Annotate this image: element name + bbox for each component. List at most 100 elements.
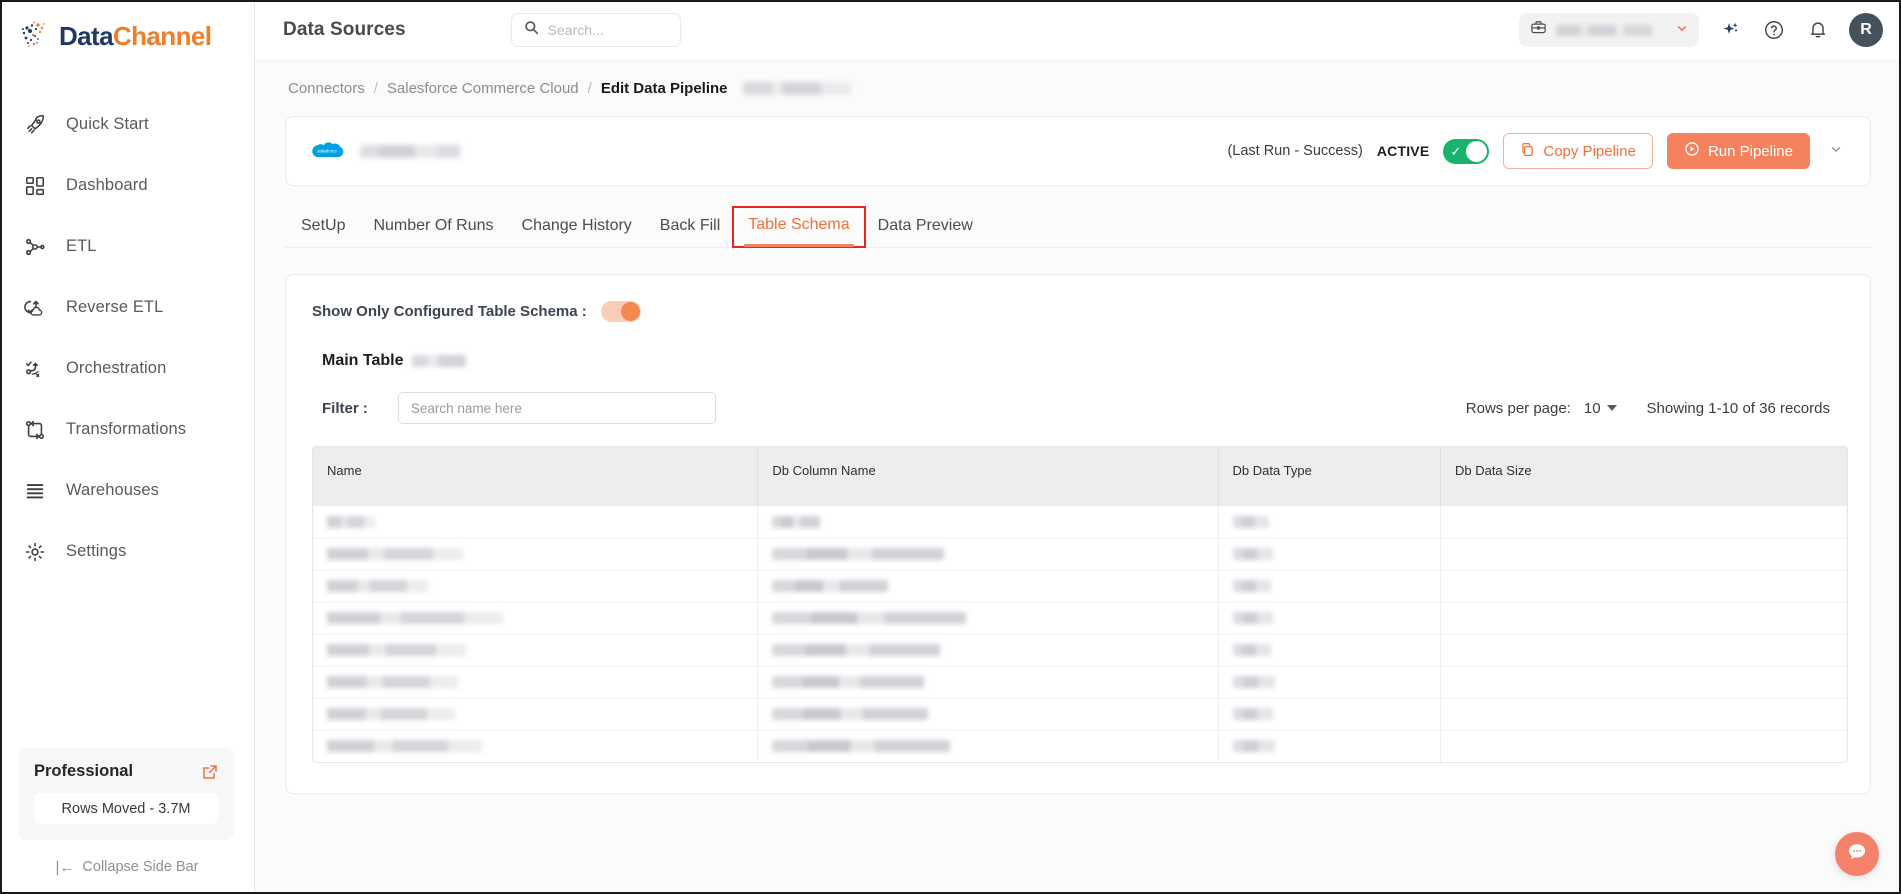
sidebar-item-label: Transformations: [66, 420, 187, 438]
tab-data-preview[interactable]: Data Preview: [864, 217, 987, 247]
column-header-db-data-type[interactable]: Db Data Type: [1218, 447, 1441, 506]
sidebar-item-quick-start[interactable]: Quick Start: [0, 94, 254, 155]
sidebar-item-orchestration[interactable]: Orchestration: [0, 338, 254, 399]
sidebar-item-warehouses[interactable]: Warehouses: [0, 460, 254, 521]
play-circle-icon: [1684, 141, 1700, 161]
chat-bubble-icon: [1846, 841, 1868, 868]
table-row[interactable]: [313, 506, 1847, 538]
table-header-row: Name Db Column Name Db Data Type Db Data…: [313, 447, 1847, 506]
show-only-configured-toggle[interactable]: [600, 301, 641, 322]
table-row[interactable]: [313, 601, 1847, 634]
tab-back-fill[interactable]: Back Fill: [646, 217, 734, 247]
sidebar-item-dashboard[interactable]: Dashboard: [0, 155, 254, 216]
cell-db-column-name: [757, 506, 1219, 538]
page-title: Data Sources: [283, 19, 406, 40]
redacted-value: [327, 676, 459, 688]
breadcrumb-item-connectors[interactable]: Connectors: [288, 80, 365, 97]
avatar[interactable]: R: [1849, 13, 1883, 47]
sidebar-item-settings[interactable]: Settings: [0, 521, 254, 582]
cell-db-data-size: [1440, 729, 1847, 762]
chat-widget-button[interactable]: [1835, 832, 1879, 876]
redacted-value: [327, 644, 467, 656]
cell-name: [313, 697, 759, 730]
column-header-name[interactable]: Name: [313, 447, 759, 506]
pipeline-name-redacted: [360, 144, 460, 158]
show-only-configured-row: Show Only Configured Table Schema :: [312, 301, 1848, 322]
table-schema-panel: Show Only Configured Table Schema : Main…: [285, 274, 1871, 794]
app-logo[interactable]: DataChannel: [0, 0, 254, 72]
redacted-value: [772, 580, 889, 592]
table-row[interactable]: [313, 697, 1847, 730]
rows-per-page-select[interactable]: 10: [1584, 400, 1617, 417]
cell-db-data-type: [1218, 697, 1441, 730]
cell-name: [313, 665, 759, 698]
pipeline-active-toggle[interactable]: ✓: [1443, 138, 1490, 164]
column-header-db-column-name[interactable]: Db Column Name: [757, 447, 1219, 506]
main-table-value-redacted: [411, 355, 466, 367]
workspace-selector[interactable]: [1519, 13, 1699, 47]
run-pipeline-button[interactable]: Run Pipeline: [1666, 133, 1810, 169]
tab-setup[interactable]: SetUp: [287, 217, 359, 247]
redacted-value: [772, 548, 945, 560]
pipeline-more-chevron-down-icon[interactable]: [1824, 142, 1848, 160]
cell-name: [313, 729, 759, 762]
global-search-input[interactable]: Search...: [510, 13, 681, 47]
cell-db-data-size: [1440, 601, 1847, 634]
cell-db-data-type: [1218, 665, 1441, 698]
collapse-sidebar-label: Collapse Side Bar: [82, 859, 199, 875]
cell-name: [313, 633, 759, 666]
redacted-value: [1232, 515, 1269, 528]
transformations-icon: [22, 417, 48, 443]
rocket-icon: [22, 112, 48, 138]
table-row[interactable]: [313, 537, 1847, 570]
redacted-value: [327, 580, 429, 592]
run-pipeline-label: Run Pipeline: [1707, 142, 1793, 160]
column-header-db-data-size[interactable]: Db Data Size: [1440, 447, 1847, 506]
cell-db-column-name: [757, 633, 1219, 666]
sidebar-item-etl[interactable]: ETL: [0, 216, 254, 277]
redacted-value: [1232, 740, 1275, 753]
redacted-value: [1232, 612, 1273, 624]
sparkle-icon[interactable]: [1717, 17, 1743, 43]
table-row[interactable]: [313, 633, 1847, 666]
sidebar-item-reverse-etl[interactable]: Reverse ETL: [0, 277, 254, 338]
cell-db-column-name: [757, 569, 1219, 602]
redacted-value: [1232, 708, 1273, 720]
tab-number-of-runs[interactable]: Number Of Runs: [359, 217, 507, 247]
copy-icon: [1520, 142, 1535, 161]
tab-table-schema[interactable]: Table Schema: [732, 206, 866, 248]
cell-db-column-name: [757, 537, 1219, 570]
cell-name: [313, 569, 759, 602]
sidebar-item-transformations[interactable]: Transformations: [0, 399, 254, 460]
pipeline-actions: (Last Run - Success) ACTIVE ✓ Copy Pipel…: [1227, 133, 1848, 169]
external-link-icon[interactable]: [202, 764, 218, 780]
cell-db-column-name: [757, 601, 1219, 634]
brand-part-1: Data: [59, 21, 114, 51]
sidebar-item-label: Warehouses: [66, 481, 160, 499]
redacted-value: [1232, 580, 1271, 592]
help-circle-icon[interactable]: [1761, 17, 1787, 43]
collapse-sidebar-button[interactable]: |← Collapse Side Bar: [0, 840, 254, 894]
table-row[interactable]: [313, 665, 1847, 698]
cell-db-column-name: [757, 697, 1219, 730]
sidebar-nav: Quick Start Dashboard ETL Reverse ETL Or…: [0, 94, 254, 582]
tab-change-history[interactable]: Change History: [508, 217, 646, 247]
breadcrumb-item-salesforce-commerce-cloud[interactable]: Salesforce Commerce Cloud: [387, 80, 579, 97]
table-row[interactable]: [313, 729, 1847, 762]
global-search-placeholder: Search...: [547, 22, 604, 38]
bell-icon[interactable]: [1805, 17, 1831, 43]
filter-input[interactable]: [397, 392, 716, 424]
sidebar: DataChannel Quick Start Dashboard ETL Re…: [0, 0, 255, 894]
main-table-row: Main Table: [312, 352, 1848, 370]
redacted-value: [1232, 676, 1275, 688]
redacted-value: [1232, 548, 1273, 560]
cell-db-data-size: [1440, 633, 1847, 666]
top-header: Data Sources Search... R: [255, 0, 1901, 60]
toggle-knob: [1466, 140, 1488, 162]
sidebar-item-label: Quick Start: [66, 115, 149, 133]
table-row[interactable]: [313, 569, 1847, 602]
redacted-value: [772, 740, 951, 753]
copy-pipeline-button[interactable]: Copy Pipeline: [1503, 133, 1653, 169]
cell-db-data-size: [1440, 537, 1847, 570]
check-icon: ✓: [1450, 143, 1462, 159]
